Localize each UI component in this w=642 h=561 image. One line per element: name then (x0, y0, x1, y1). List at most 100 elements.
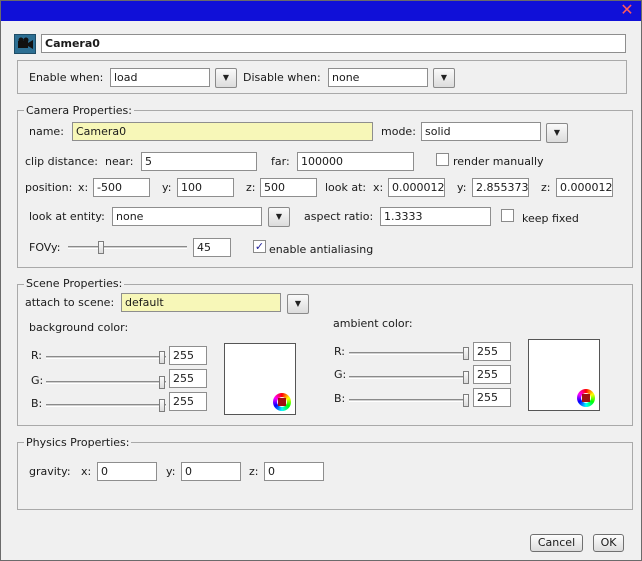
camera-properties-legend: Camera Properties: (24, 104, 134, 117)
far-field[interactable]: 100000 (297, 152, 414, 171)
position-z-label: z: (246, 181, 256, 194)
amb-r-slider-thumb[interactable] (463, 347, 469, 360)
amb-r-slider-track[interactable] (349, 352, 469, 355)
name-label: name: (29, 125, 64, 138)
render-manually-label: render manually (453, 155, 544, 168)
fovy-slider-track[interactable] (68, 246, 187, 249)
color-wheel-icon[interactable] (577, 389, 595, 407)
color-wheel-icon[interactable] (273, 393, 291, 411)
look-at-y-label: y: (457, 181, 467, 194)
amb-b-label: B: (334, 392, 346, 405)
position-x-field[interactable]: -500 (93, 178, 150, 197)
fovy-label: FOVy: (29, 241, 61, 254)
keep-fixed-label: keep fixed (522, 212, 579, 225)
mode-label: mode: (381, 125, 416, 138)
bg-r-label: R: (31, 349, 43, 362)
scene-properties-legend: Scene Properties: (24, 277, 125, 290)
enable-when-label: Enable when: (29, 71, 104, 84)
aspect-ratio-field[interactable]: 1.3333 (380, 207, 491, 226)
bg-g-label: G: (31, 374, 44, 387)
ok-button[interactable]: OK (593, 534, 624, 552)
position-label: position: (25, 181, 73, 194)
enable-when-field[interactable]: load (110, 68, 210, 87)
look-at-entity-dropdown-button[interactable]: ▼ (268, 207, 290, 227)
enable-when-dropdown-button[interactable]: ▼ (215, 68, 237, 88)
gravity-x-label: x: (81, 465, 92, 478)
render-manually-checkbox[interactable] (436, 153, 449, 166)
position-y-label: y: (162, 181, 172, 194)
disable-when-label: Disable when: (243, 71, 321, 84)
disable-when-field[interactable]: none (328, 68, 428, 87)
look-at-x-field[interactable]: 0.000012 (388, 178, 445, 197)
fovy-slider-thumb[interactable] (98, 241, 104, 254)
amb-r-label: R: (334, 345, 346, 358)
close-icon[interactable]: ✕ (619, 2, 635, 18)
amb-g-slider-track[interactable] (349, 376, 469, 379)
amb-b-field[interactable]: 255 (473, 388, 511, 407)
bg-b-label: B: (31, 397, 43, 410)
aspect-ratio-label: aspect ratio: (304, 210, 374, 223)
amb-r-field[interactable]: 255 (473, 342, 511, 361)
chevron-down-icon: ▼ (553, 128, 561, 137)
camera-properties-dialog: ✕ Camera0 Enable when: load ▼ Disable wh… (0, 0, 642, 561)
look-at-entity-label: look at entity: (29, 210, 105, 223)
enable-antialiasing-checkbox[interactable]: ✓ (253, 240, 266, 253)
amb-b-slider-track[interactable] (349, 399, 469, 402)
bg-g-field[interactable]: 255 (169, 369, 207, 388)
chevron-down-icon: ▼ (440, 73, 448, 82)
gravity-x-field[interactable]: 0 (97, 462, 157, 481)
bg-g-slider-thumb[interactable] (159, 376, 165, 389)
title-bar[interactable]: ✕ (1, 1, 641, 21)
amb-g-slider-thumb[interactable] (463, 371, 469, 384)
position-z-field[interactable]: 500 (260, 178, 317, 197)
gravity-z-field[interactable]: 0 (264, 462, 324, 481)
physics-properties-legend: Physics Properties: (24, 436, 132, 449)
gravity-label: gravity: (29, 465, 71, 478)
amb-g-label: G: (334, 368, 347, 381)
bg-g-slider-track[interactable] (46, 381, 166, 384)
ambient-color-label: ambient color: (333, 317, 413, 330)
gravity-y-field[interactable]: 0 (181, 462, 241, 481)
enable-antialiasing-label: enable antialiasing (269, 243, 374, 256)
disable-when-dropdown-button[interactable]: ▼ (433, 68, 455, 88)
bg-r-slider-thumb[interactable] (159, 351, 165, 364)
far-label: far: (271, 155, 290, 168)
position-y-field[interactable]: 100 (177, 178, 234, 197)
check-icon: ✓ (254, 240, 265, 253)
camera-icon (14, 34, 36, 54)
clip-distance-label: clip distance: (25, 155, 98, 168)
mode-dropdown-button[interactable]: ▼ (546, 123, 568, 143)
bg-r-field[interactable]: 255 (169, 346, 207, 365)
look-at-y-field[interactable]: 2.855373 (472, 178, 529, 197)
bg-b-slider-thumb[interactable] (159, 399, 165, 412)
attach-to-scene-dropdown-button[interactable]: ▼ (287, 294, 309, 314)
look-at-x-label: x: (373, 181, 384, 194)
keep-fixed-checkbox[interactable] (501, 209, 514, 222)
mode-field[interactable]: solid (421, 122, 541, 141)
amb-g-field[interactable]: 255 (473, 365, 511, 384)
object-name-field[interactable]: Camera0 (41, 34, 626, 53)
fovy-field[interactable]: 45 (193, 238, 231, 257)
look-at-label: look at: (325, 181, 367, 194)
chevron-down-icon: ▼ (275, 212, 283, 221)
look-at-z-label: z: (541, 181, 551, 194)
look-at-z-field[interactable]: 0.000012 (556, 178, 613, 197)
cancel-button[interactable]: Cancel (530, 534, 583, 552)
bg-b-slider-track[interactable] (46, 404, 166, 407)
near-field[interactable]: 5 (141, 152, 257, 171)
position-x-label: x: (78, 181, 89, 194)
amb-b-slider-thumb[interactable] (463, 394, 469, 407)
bg-r-slider-track[interactable] (46, 356, 166, 359)
look-at-entity-field[interactable]: none (112, 207, 262, 226)
gravity-y-label: y: (166, 465, 176, 478)
chevron-down-icon: ▼ (222, 73, 230, 82)
gravity-z-label: z: (249, 465, 259, 478)
attach-to-scene-field[interactable]: default (121, 293, 281, 312)
bg-b-field[interactable]: 255 (169, 392, 207, 411)
camera-name-field[interactable]: Camera0 (72, 122, 373, 141)
chevron-down-icon: ▼ (294, 299, 302, 308)
near-label: near: (105, 155, 134, 168)
attach-to-scene-label: attach to scene: (25, 296, 115, 309)
background-color-label: background color: (29, 321, 129, 334)
enable-group (17, 60, 627, 94)
